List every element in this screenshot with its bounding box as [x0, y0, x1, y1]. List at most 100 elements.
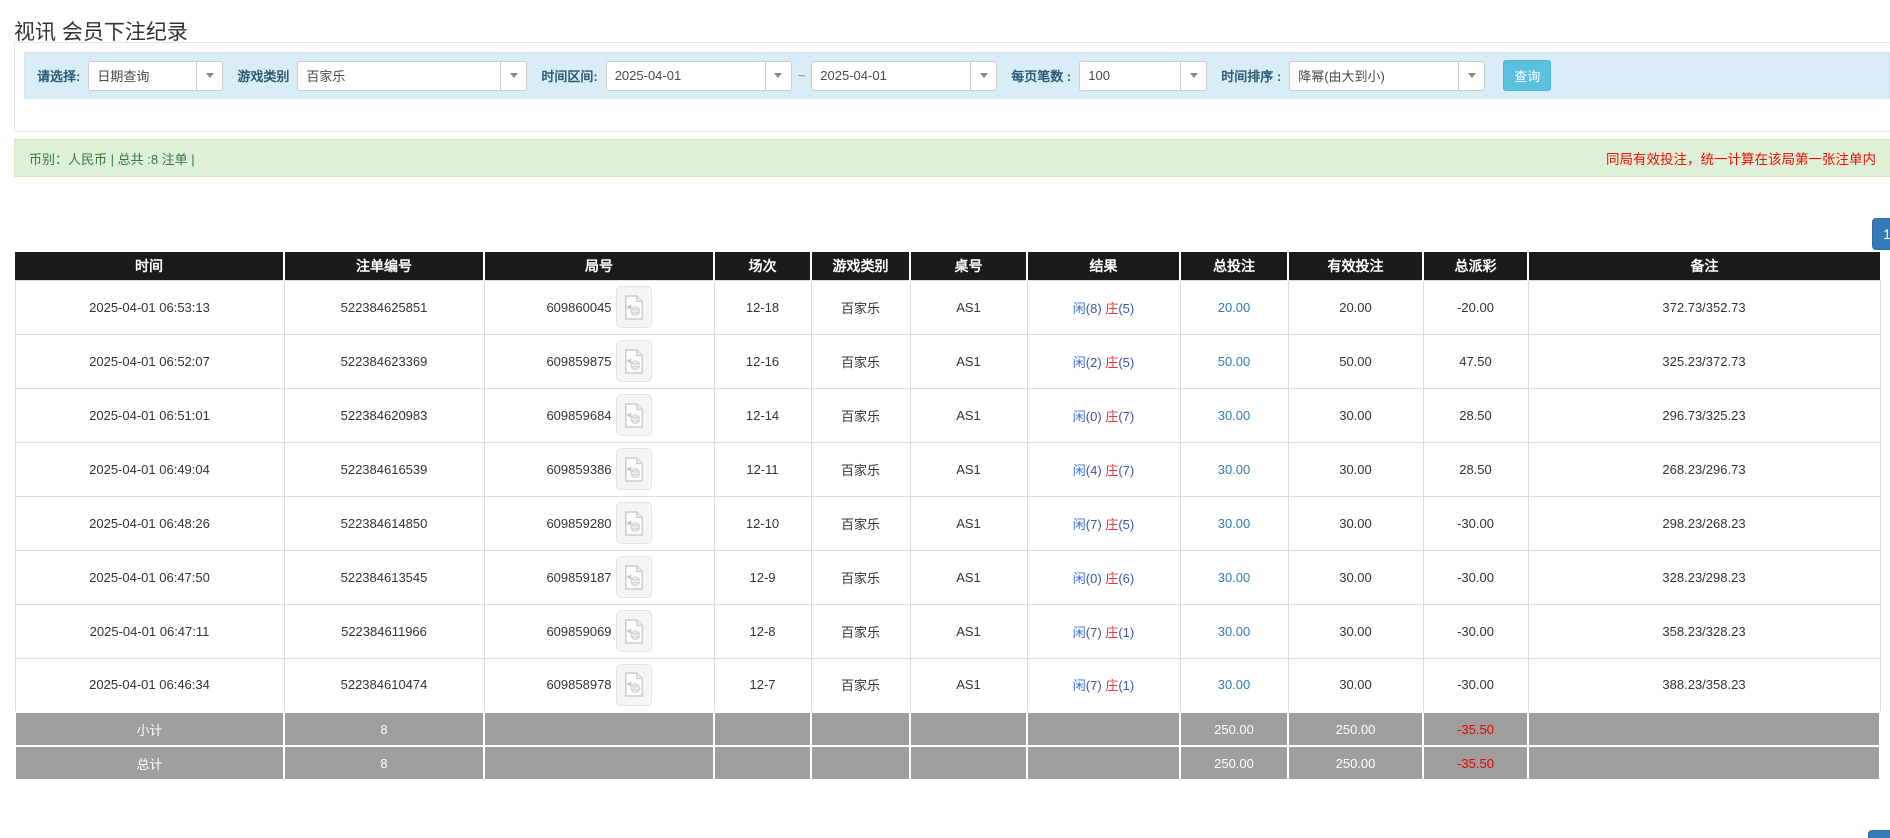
video-replay-button[interactable] [615, 394, 652, 436]
total-bet-link[interactable]: 30.00 [1218, 624, 1251, 639]
date-to-select[interactable]: 2025-04-01 [811, 60, 998, 91]
player-points: (7) [1085, 624, 1102, 640]
player-result: 闲 [1072, 354, 1086, 370]
video-replay-button[interactable] [615, 556, 652, 598]
player-points: (7) [1085, 678, 1102, 694]
banker-points: (7) [1118, 408, 1135, 424]
round-id: 609859684 [546, 407, 612, 423]
result-cell: 闲(7) 庄(1) [1026, 657, 1181, 713]
game-type-cell: 百家乐 [810, 549, 911, 605]
page-1-button-top[interactable]: 1 [1872, 218, 1890, 250]
page-size-select[interactable]: 100 [1079, 60, 1208, 91]
total-bet-link[interactable]: 50.00 [1218, 354, 1251, 369]
player-result: 闲 [1072, 624, 1086, 640]
table-row: 2025-04-01 06:49:04 522384616539 609859386… [14, 441, 1881, 497]
page-1-button-bottom[interactable]: 1 [1868, 830, 1890, 838]
total-label: 总计 [14, 745, 285, 781]
caret-down-icon [500, 61, 526, 90]
valid-bet-cell: 30.00 [1287, 549, 1424, 605]
total-bet-cell: 30.00 [1179, 549, 1289, 605]
banker-points: (5) [1118, 354, 1135, 370]
result-cell: 闲(4) 庄(7) [1026, 441, 1181, 497]
valid-bet-cell: 30.00 [1287, 603, 1424, 659]
bet-id-cell: 522384620983 [283, 387, 485, 443]
banker-points: (5) [1118, 516, 1135, 532]
video-replay-button[interactable] [615, 502, 652, 544]
video-replay-button[interactable] [615, 610, 652, 652]
valid-bet-notice-text: 同局有效投注，统一计算在该局第一张注单内 [1606, 152, 1876, 167]
session-cell: 12-9 [713, 549, 812, 605]
filter-bar: 请选择: 日期查询 游戏类别 百家乐 时间区间: 2025-04-01 ~ 20… [24, 52, 1890, 99]
sort-order-label: 时间排序 : [1221, 69, 1282, 84]
banker-result: 庄 [1105, 570, 1119, 586]
column-header: 场次 [714, 252, 812, 280]
round-id: 609859069 [546, 623, 612, 639]
valid-bet-cell: 30.00 [1287, 441, 1424, 497]
payout-cell: 28.50 [1422, 441, 1529, 497]
round-cell: 609858978 [483, 657, 715, 713]
banker-result: 庄 [1105, 462, 1119, 478]
game-type-cell: 百家乐 [810, 333, 911, 389]
total-bet-link[interactable]: 30.00 [1218, 516, 1251, 531]
video-replay-button[interactable] [615, 663, 652, 706]
bet-id-cell: 522384623369 [283, 333, 485, 389]
total-bet-link[interactable]: 30.00 [1218, 570, 1251, 585]
player-points: (8) [1085, 300, 1102, 316]
betting-records-table: 时间 注单编号 局号 场次 游戏类别 桌号 结果 总投注 有效投注 总派彩 备注 2025-04-0… [14, 252, 1881, 781]
result-cell: 闲(2) 庄(5) [1026, 333, 1181, 389]
round-id: 609859187 [546, 569, 612, 585]
caret-down-icon [1180, 61, 1206, 90]
video-replay-button[interactable] [615, 286, 652, 328]
search-button[interactable]: 查询 [1503, 60, 1552, 91]
game-type-select[interactable]: 百家乐 [297, 60, 528, 91]
remark-cell: 325.23/372.73 [1527, 333, 1881, 389]
round-id: 609860045 [546, 299, 612, 315]
round-id: 609859875 [546, 353, 612, 369]
valid-bet-cell: 30.00 [1287, 495, 1424, 551]
game-type-value: 百家乐 [306, 69, 346, 84]
banker-result: 庄 [1105, 624, 1119, 640]
table-row: 2025-04-01 06:47:50 522384613545 609859187… [14, 549, 1881, 605]
table-no-cell: AS1 [909, 441, 1028, 497]
table-header-row: 时间 注单编号 局号 场次 游戏类别 桌号 结果 总投注 有效投注 总派彩 备注 [15, 252, 1880, 280]
banker-points: (5) [1118, 300, 1135, 316]
round-cell: 609859875 [483, 333, 715, 389]
records-tbody: 2025-04-01 06:53:13 522384625851 609860045… [14, 279, 1881, 713]
file-video-icon [624, 672, 643, 697]
sort-order-select[interactable]: 降幂(由大到小) [1289, 60, 1486, 91]
player-result: 闲 [1072, 408, 1086, 424]
date-from-select[interactable]: 2025-04-01 [605, 60, 792, 91]
total-bet-link[interactable]: 30.00 [1218, 462, 1251, 477]
banker-result: 庄 [1105, 300, 1119, 316]
total-bet-link[interactable]: 30.00 [1218, 408, 1251, 423]
bet-id-cell: 522384625851 [283, 279, 485, 335]
video-replay-button[interactable] [615, 340, 652, 382]
file-video-icon [624, 618, 643, 644]
remark-cell: 296.73/325.23 [1527, 387, 1881, 443]
result-cell: 闲(0) 庄(6) [1026, 549, 1181, 605]
total-bet-link[interactable]: 30.00 [1218, 677, 1251, 692]
player-result: 闲 [1072, 300, 1086, 316]
date-from-value: 2025-04-01 [614, 68, 682, 83]
game-type-cell: 百家乐 [810, 279, 911, 335]
table-no-cell: AS1 [909, 603, 1028, 659]
caret-down-icon [196, 61, 222, 90]
round-cell: 609860045 [483, 279, 715, 335]
video-replay-button[interactable] [615, 448, 652, 490]
total-bet-link[interactable]: 20.00 [1218, 300, 1251, 315]
query-type-select[interactable]: 日期查询 [88, 60, 224, 91]
table-no-cell: AS1 [909, 657, 1028, 713]
bet-id-cell: 522384611966 [283, 603, 485, 659]
round-cell: 609859069 [483, 603, 715, 659]
table-no-cell: AS1 [909, 549, 1028, 605]
time-cell: 2025-04-01 06:47:50 [14, 549, 285, 605]
table-no-cell: AS1 [909, 495, 1028, 551]
total-bet-cell: 30.00 [1179, 657, 1289, 713]
round-id: 609858978 [546, 677, 612, 693]
player-points: (0) [1085, 408, 1102, 424]
banker-result: 庄 [1105, 678, 1119, 694]
valid-bet-cell: 20.00 [1287, 279, 1424, 335]
round-id: 609859280 [546, 515, 612, 531]
subtotal-label: 小计 [14, 711, 285, 747]
sort-order-value: 降幂(由大到小) [1298, 69, 1385, 84]
